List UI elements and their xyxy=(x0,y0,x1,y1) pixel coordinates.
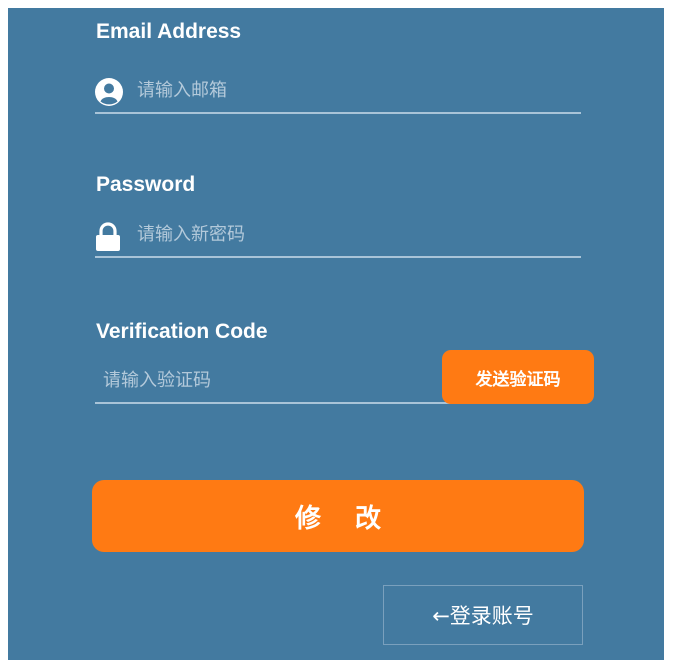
email-field-row xyxy=(95,70,581,114)
new-password-input[interactable] xyxy=(137,214,577,254)
send-code-button[interactable]: 发送验证码 xyxy=(442,350,594,404)
modify-button[interactable]: 修改 xyxy=(92,480,584,552)
password-label: Password xyxy=(96,173,196,196)
lock-icon xyxy=(95,222,121,252)
reset-password-panel: Email Address Password Verification Code… xyxy=(8,8,664,660)
password-field-row xyxy=(95,214,581,258)
email-label: Email Address xyxy=(96,20,242,43)
back-to-login-link[interactable]: ←登录账号 xyxy=(383,585,583,645)
email-input[interactable] xyxy=(137,70,577,110)
verification-code-label: Verification Code xyxy=(96,320,268,343)
user-icon xyxy=(95,78,123,106)
verification-code-input[interactable] xyxy=(103,360,433,400)
